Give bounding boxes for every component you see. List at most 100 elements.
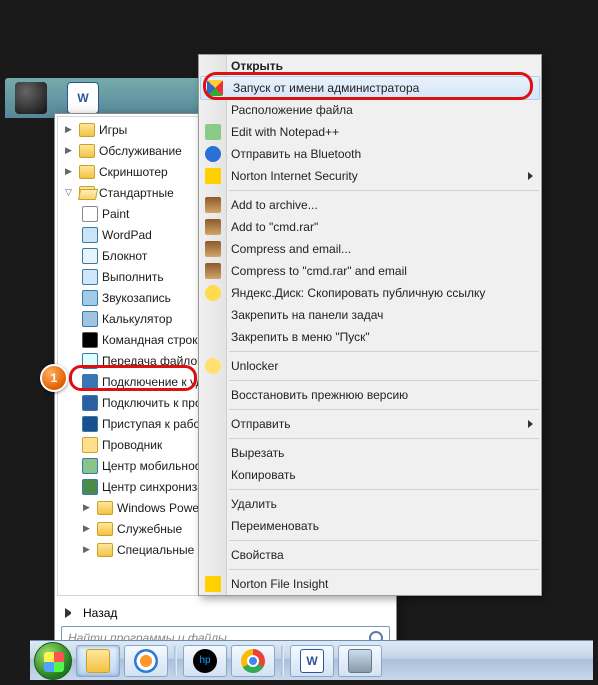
app-label: Командная строка xyxy=(102,333,204,347)
folder-label: Игры xyxy=(99,123,127,137)
ctx-label: Compress and email... xyxy=(231,242,351,256)
taskbar-separator xyxy=(281,646,284,676)
ctx-norton-insight[interactable]: Norton File Insight xyxy=(199,573,541,595)
app-label: Блокнот xyxy=(102,249,147,263)
ctx-restore-previous[interactable]: Восстановить прежнюю версию xyxy=(199,384,541,406)
run-icon xyxy=(82,269,98,285)
winrar-icon xyxy=(205,219,221,235)
separator xyxy=(229,190,539,191)
ctx-cut[interactable]: Вырезать xyxy=(199,442,541,464)
app-label: Приступая к работе xyxy=(102,417,212,431)
winrar-icon xyxy=(205,241,221,257)
start-button[interactable] xyxy=(34,642,72,680)
separator xyxy=(229,380,539,381)
folder-label: Скриншотер xyxy=(99,165,168,179)
separator xyxy=(229,569,539,570)
transfer-icon xyxy=(82,353,98,369)
ctx-open[interactable]: Открыть xyxy=(199,55,541,77)
ctx-add-cmd-rar[interactable]: Add to "cmd.rar" xyxy=(199,216,541,238)
app-label: Калькулятор xyxy=(102,312,172,326)
taskbar-separator xyxy=(174,646,177,676)
norton-icon xyxy=(205,576,221,592)
separator xyxy=(229,409,539,410)
back-button[interactable]: Назад xyxy=(55,598,396,626)
ctx-unlocker[interactable]: Unlocker xyxy=(199,355,541,377)
folder-icon xyxy=(97,501,113,515)
bluetooth-icon xyxy=(205,146,221,162)
separator xyxy=(229,489,539,490)
app-label: Центр мобильности xyxy=(102,459,213,473)
mobility-icon xyxy=(82,458,98,474)
ctx-file-location[interactable]: Расположение файла xyxy=(199,99,541,121)
taskbar-hp[interactable]: hp xyxy=(183,645,227,677)
taskbar-chrome[interactable] xyxy=(231,645,275,677)
ctx-norton-is[interactable]: Norton Internet Security xyxy=(199,165,541,187)
folder-label: Обслуживание xyxy=(99,144,182,158)
ctx-label: Запуск от имени администратора xyxy=(233,81,419,95)
desktop-icon-word[interactable]: W xyxy=(67,82,99,114)
cmd-icon xyxy=(82,332,98,348)
ctx-properties[interactable]: Свойства xyxy=(199,544,541,566)
taskbar: hp W xyxy=(30,640,593,680)
unlocker-icon xyxy=(205,358,221,374)
folder-open-icon xyxy=(79,186,95,200)
ctx-pin-start[interactable]: Закрепить в меню "Пуск" xyxy=(199,326,541,348)
getting-started-icon xyxy=(82,416,98,432)
ctx-send-to[interactable]: Отправить xyxy=(199,413,541,435)
folder-icon xyxy=(97,522,113,536)
ctx-add-archive[interactable]: Add to archive... xyxy=(199,194,541,216)
ctx-label: Закрепить в меню "Пуск" xyxy=(231,330,370,344)
taskbar-screen[interactable] xyxy=(338,645,382,677)
submenu-arrow-icon xyxy=(528,420,533,428)
ctx-label: Отправить на Bluetooth xyxy=(231,147,361,161)
folder-icon xyxy=(97,543,113,557)
back-arrow-icon xyxy=(65,608,75,618)
ctx-compress-cmd-email[interactable]: Compress to "cmd.rar" and email xyxy=(199,260,541,282)
wordpad-icon xyxy=(82,227,98,243)
desktop-strip: W xyxy=(5,78,205,118)
ctx-label: Открыть xyxy=(231,59,283,73)
app-label: Звукозапись xyxy=(102,291,171,305)
taskbar-explorer[interactable] xyxy=(76,645,120,677)
taskbar-word[interactable]: W xyxy=(290,645,334,677)
folder-icon xyxy=(79,144,95,158)
ctx-label: Add to archive... xyxy=(231,198,318,212)
rdp-icon xyxy=(82,374,98,390)
screen-icon xyxy=(348,649,372,673)
shield-icon xyxy=(207,80,223,96)
ctx-label: Расположение файла xyxy=(231,103,353,117)
hp-icon: hp xyxy=(193,649,217,673)
app-label: Paint xyxy=(102,207,129,221)
ctx-compress-email[interactable]: Compress and email... xyxy=(199,238,541,260)
ctx-label: Свойства xyxy=(231,548,284,562)
ctx-run-as-admin[interactable]: Запуск от имени администратора xyxy=(200,76,540,100)
ctx-label: Переименовать xyxy=(231,519,319,533)
word-icon: W xyxy=(300,649,324,673)
ctx-send-bluetooth[interactable]: Отправить на Bluetooth xyxy=(199,143,541,165)
ctx-label: Вырезать xyxy=(231,446,284,460)
ctx-label: Edit with Notepad++ xyxy=(231,125,339,139)
ctx-label: Копировать xyxy=(231,468,296,482)
winrar-icon xyxy=(205,263,221,279)
desktop-icon-steam[interactable] xyxy=(15,82,47,114)
winrar-icon xyxy=(205,197,221,213)
ctx-copy[interactable]: Копировать xyxy=(199,464,541,486)
projector-icon xyxy=(82,395,98,411)
sound-icon xyxy=(82,290,98,306)
ctx-pin-taskbar[interactable]: Закрепить на панели задач xyxy=(199,304,541,326)
sync-icon xyxy=(82,479,98,495)
app-label: Проводник xyxy=(102,438,162,452)
separator xyxy=(229,351,539,352)
folder-label: Стандартные xyxy=(99,186,174,200)
ctx-label: Add to "cmd.rar" xyxy=(231,220,318,234)
context-menu: Открыть Запуск от имени администратора Р… xyxy=(198,54,542,596)
explorer-icon xyxy=(82,437,98,453)
ctx-label: Яндекс.Диск: Скопировать публичную ссылк… xyxy=(231,286,485,300)
paint-icon xyxy=(82,206,98,222)
ctx-yandex-disk[interactable]: Яндекс.Диск: Скопировать публичную ссылк… xyxy=(199,282,541,304)
taskbar-media-player[interactable] xyxy=(124,645,168,677)
ctx-edit-notepadpp[interactable]: Edit with Notepad++ xyxy=(199,121,541,143)
ctx-rename[interactable]: Переименовать xyxy=(199,515,541,537)
ctx-delete[interactable]: Удалить xyxy=(199,493,541,515)
app-label: Передача файлов xyxy=(102,354,204,368)
